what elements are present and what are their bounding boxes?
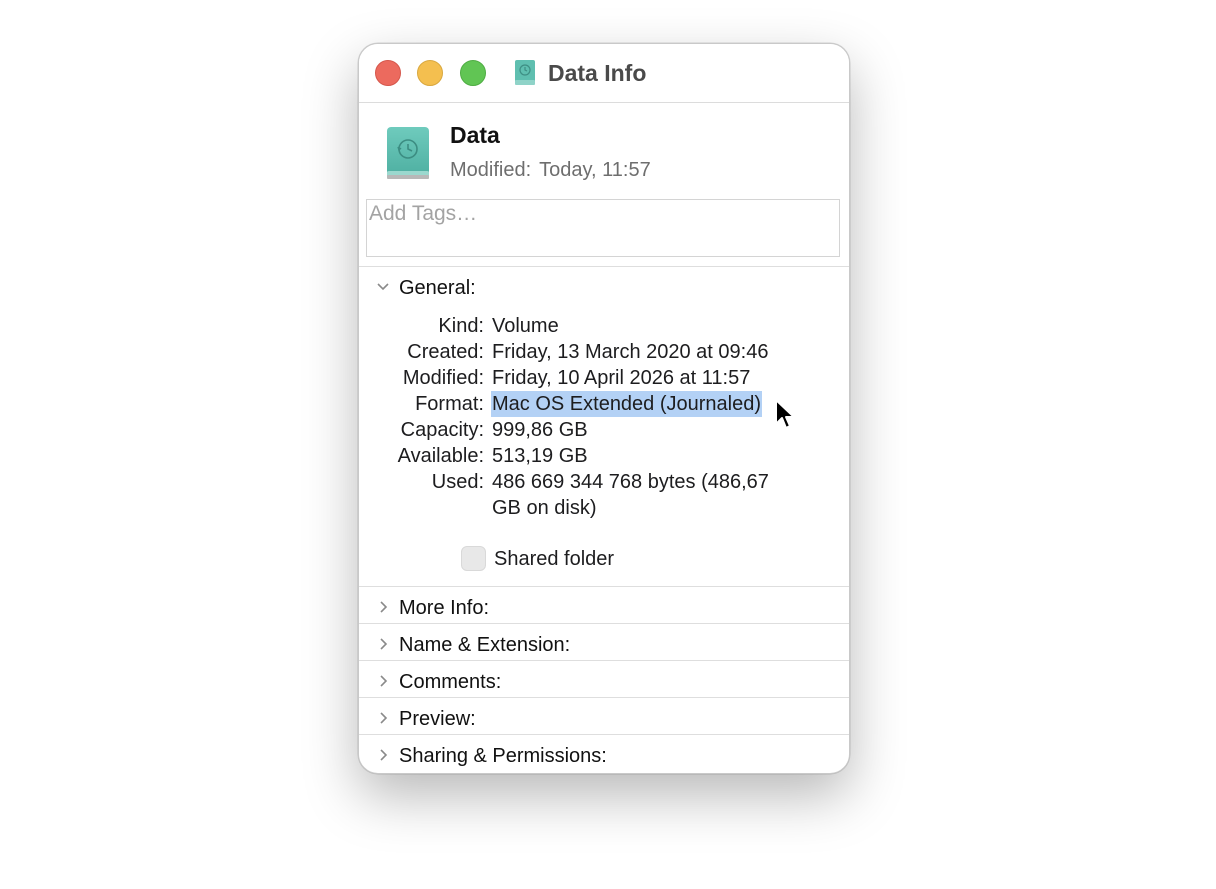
minimize-button[interactable]: [417, 60, 443, 86]
modified-label: Modified:: [450, 159, 532, 181]
section-label: Preview:: [399, 708, 476, 730]
modified-value: Today, 11:57: [539, 159, 651, 181]
info-value[interactable]: GB on disk): [492, 495, 596, 521]
info-key: Capacity:: [400, 419, 484, 441]
info-value[interactable]: 486 669 344 768 bytes (486,67: [492, 469, 769, 495]
chevron-right-icon[interactable]: [376, 637, 390, 651]
time-machine-drive-icon: [387, 127, 429, 179]
chevron-right-icon[interactable]: [376, 600, 390, 614]
info-key: Created:: [407, 341, 484, 363]
shared-folder-checkbox[interactable]: [461, 546, 486, 571]
info-key: Used:: [431, 471, 484, 493]
item-modified: Modified: Today, 11:57: [450, 159, 651, 182]
section-label: Comments:: [399, 671, 502, 693]
info-key: Available:: [397, 445, 484, 467]
item-header: Data Modified: Today, 11:57: [359, 103, 849, 198]
section-preview[interactable]: Preview:: [359, 701, 849, 737]
window-title: Data Info: [548, 60, 647, 86]
info-value[interactable]: Friday, 10 April 2026 at 11:57: [492, 365, 750, 391]
divider: [359, 266, 849, 267]
section-label: Sharing & Permissions:: [399, 745, 607, 767]
chevron-down-icon[interactable]: [376, 280, 390, 294]
shared-folder-label[interactable]: Shared folder: [494, 546, 614, 572]
section-more-info[interactable]: More Info:: [359, 590, 849, 626]
info-value[interactable]: Volume: [492, 313, 559, 339]
divider: [359, 660, 849, 661]
divider: [359, 697, 849, 698]
section-label: Name & Extension:: [399, 634, 571, 656]
item-name: Data: [450, 122, 500, 148]
info-row-kind: Kind: Volume: [359, 313, 849, 339]
section-comments[interactable]: Comments:: [359, 664, 849, 700]
info-value[interactable]: 513,19 GB: [492, 443, 588, 469]
info-row-used: Used: 486 669 344 768 bytes (486,67: [359, 469, 849, 495]
mouse-pointer-icon: [775, 399, 795, 429]
section-label: More Info:: [399, 597, 490, 619]
chevron-right-icon[interactable]: [376, 748, 390, 762]
divider: [359, 623, 849, 624]
divider: [359, 586, 849, 587]
title-bar[interactable]: Data Info: [359, 44, 849, 103]
zoom-button[interactable]: [460, 60, 486, 86]
divider: [359, 734, 849, 735]
info-key: Kind:: [438, 315, 484, 337]
info-row-available: Available: 513,19 GB: [359, 443, 849, 469]
info-key: Format:: [415, 393, 484, 415]
info-row-created: Created: Friday, 13 March 2020 at 09:46: [359, 339, 849, 365]
info-key: Modified:: [402, 367, 484, 389]
tags-field[interactable]: [366, 199, 841, 257]
section-name-extension[interactable]: Name & Extension:: [359, 627, 849, 663]
info-value[interactable]: 999,86 GB: [492, 417, 588, 443]
info-row-modified: Modified: Friday, 10 April 2026 at 11:57: [359, 365, 849, 391]
close-button[interactable]: [375, 60, 401, 86]
tags-input[interactable]: [367, 200, 841, 226]
chevron-right-icon[interactable]: [376, 674, 390, 688]
section-sharing-permissions[interactable]: Sharing & Permissions:: [359, 738, 849, 773]
info-row-used-cont: GB on disk): [359, 495, 849, 521]
chevron-right-icon[interactable]: [376, 711, 390, 725]
info-value-selected[interactable]: Mac OS Extended (Journaled): [491, 391, 763, 417]
section-label: General:: [399, 277, 476, 299]
section-general[interactable]: General:: [359, 270, 849, 306]
info-value[interactable]: Friday, 13 March 2020 at 09:46: [492, 339, 768, 365]
time-machine-drive-icon: [515, 60, 535, 85]
